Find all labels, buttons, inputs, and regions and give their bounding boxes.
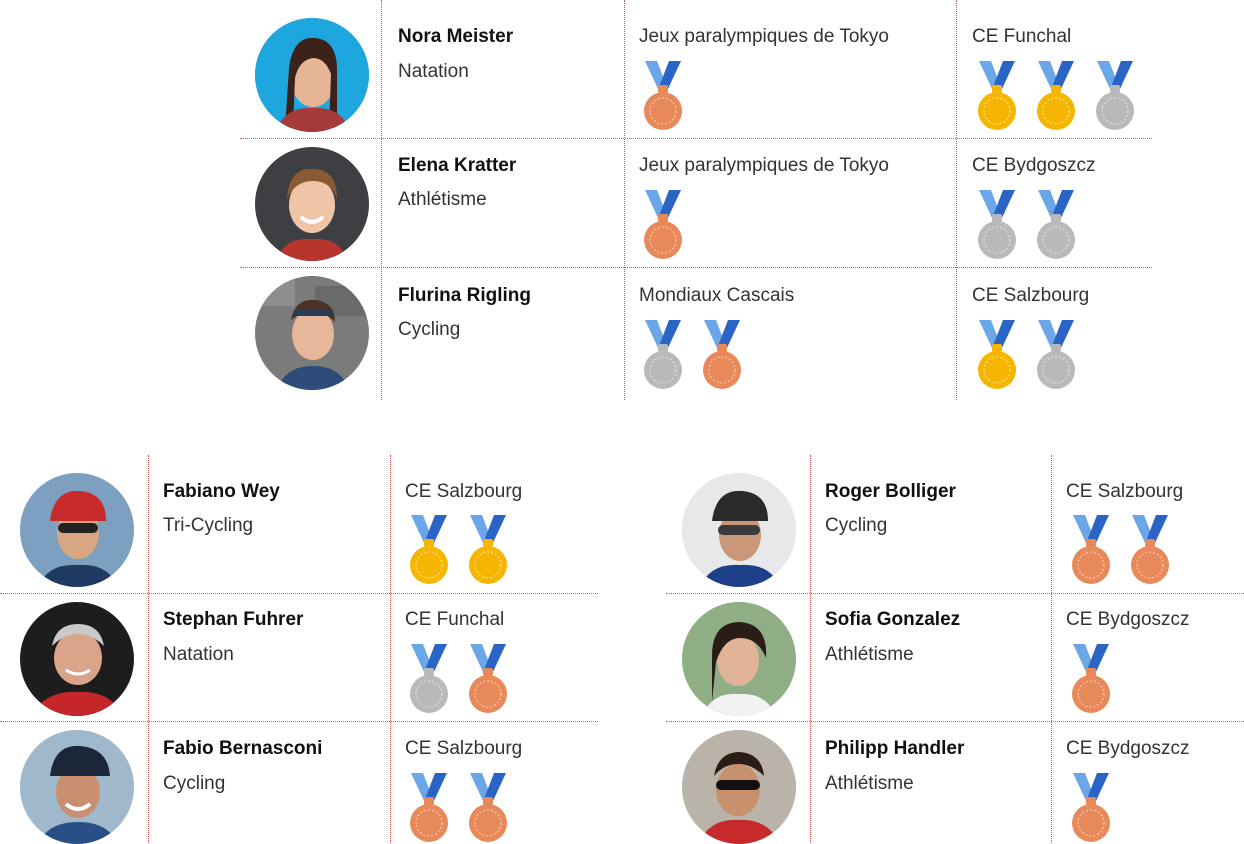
athlete-sport: Natation (398, 61, 469, 82)
bottom-right-results-table: Roger Bolliger Cycling CE Salzbourg Sofi… (666, 455, 1244, 844)
medal-list (977, 320, 1076, 390)
medal-list (643, 320, 742, 390)
bronze-medal-icon (1072, 515, 1110, 584)
athlete-name: Flurina Rigling (398, 285, 531, 306)
athlete-sport: Athlétisme (825, 773, 914, 794)
athlete-name: Roger Bolliger (825, 481, 956, 502)
athlete-photo-fabiano (20, 473, 134, 587)
athlete-photo-elena (255, 147, 369, 261)
silver-medal-icon (978, 190, 1016, 259)
medal-list (409, 773, 508, 843)
event-name: CE Bydgoszcz (1066, 609, 1190, 630)
athlete-photo-stephan (20, 602, 134, 716)
athlete-name: Philipp Handler (825, 738, 965, 759)
event-name: CE Funchal (405, 609, 505, 630)
athlete-row-elena-kratter: Elena Kratter Athlétisme Jeux paralympiq… (240, 139, 1152, 268)
athlete-photo-roger (682, 473, 796, 587)
event-name: Mondiaux Cascais (639, 285, 795, 306)
top-results-table: Nora Meister Natation Jeux paralympiques… (240, 0, 1152, 400)
bronze-medal-icon (469, 644, 507, 713)
medal-list (1071, 515, 1170, 585)
athlete-row-fabiano-wey: Fabiano Wey Tri-Cycling CE Salzbourg (0, 455, 598, 594)
bronze-medal-icon (1072, 644, 1110, 713)
athlete-photo-sofia (682, 602, 796, 716)
athlete-name: Nora Meister (398, 26, 514, 47)
gold-medal-icon (1037, 61, 1075, 130)
event-name: CE Salzbourg (972, 285, 1090, 306)
athlete-sport: Cycling (398, 319, 461, 340)
gold-medal-icon (978, 320, 1016, 389)
bottom-left-results-table: Fabiano Wey Tri-Cycling CE Salzbourg Ste… (0, 455, 600, 844)
athlete-name: Fabiano Wey (163, 481, 280, 502)
athlete-sport: Natation (163, 644, 234, 665)
bronze-medal-icon (410, 773, 448, 842)
event-name: CE Bydgoszcz (1066, 738, 1190, 759)
athlete-name: Sofia Gonzalez (825, 609, 961, 630)
medal-list (1071, 644, 1111, 714)
athlete-name: Fabio Bernasconi (163, 738, 323, 759)
athlete-photo-fabio (20, 730, 134, 844)
athlete-sport: Tri-Cycling (163, 515, 254, 536)
athlete-row-philipp-handler: Philipp Handler Athlétisme CE Bydgoszcz (666, 722, 1244, 844)
gold-medal-icon (978, 61, 1016, 130)
athlete-row-roger-bolliger: Roger Bolliger Cycling CE Salzbourg (666, 455, 1244, 594)
bronze-medal-icon (1131, 515, 1169, 584)
bronze-medal-icon (644, 190, 682, 259)
event-name: CE Salzbourg (1066, 481, 1184, 502)
athlete-sport: Athlétisme (825, 644, 914, 665)
athlete-photo-flurina (255, 276, 369, 390)
bronze-medal-icon (703, 320, 741, 389)
athlete-photo-nora (255, 18, 369, 132)
event-name: Jeux paralympiques de Tokyo (639, 155, 889, 176)
athlete-name: Stephan Fuhrer (163, 609, 304, 630)
bronze-medal-icon (1072, 773, 1110, 842)
medal-list (409, 515, 508, 585)
athlete-photo-philipp (682, 730, 796, 844)
medal-list (977, 61, 1135, 131)
bronze-medal-icon (644, 61, 682, 130)
silver-medal-icon (644, 320, 682, 389)
silver-medal-icon (410, 644, 448, 713)
athlete-sport: Athlétisme (398, 189, 487, 210)
silver-medal-icon (1037, 320, 1075, 389)
athlete-sport: Cycling (163, 773, 226, 794)
medal-list (643, 190, 683, 260)
athlete-row-flurina-rigling: Flurina Rigling Cycling Mondiaux Cascais… (240, 268, 1152, 400)
event-name: CE Salzbourg (405, 481, 523, 502)
gold-medal-icon (410, 515, 448, 584)
medal-list (643, 61, 683, 131)
athlete-row-sofia-gonzalez: Sofia Gonzalez Athlétisme CE Bydgoszcz (666, 594, 1244, 722)
event-name: CE Bydgoszcz (972, 155, 1096, 176)
athlete-row-fabio-bernasconi: Fabio Bernasconi Cycling CE Salzbourg (0, 722, 598, 844)
silver-medal-icon (1096, 61, 1134, 130)
athlete-row-nora-meister: Nora Meister Natation Jeux paralympiques… (240, 0, 1152, 139)
bronze-medal-icon (469, 773, 507, 842)
athlete-name: Elena Kratter (398, 155, 517, 176)
silver-medal-icon (1037, 190, 1075, 259)
event-name: CE Funchal (972, 26, 1072, 47)
medal-list (409, 644, 508, 714)
event-name: CE Salzbourg (405, 738, 523, 759)
medal-list (1071, 773, 1111, 843)
athlete-sport: Cycling (825, 515, 888, 536)
event-name: Jeux paralympiques de Tokyo (639, 26, 889, 47)
medal-list (977, 190, 1076, 260)
gold-medal-icon (469, 515, 507, 584)
athlete-row-stephan-fuhrer: Stephan Fuhrer Natation CE Funchal (0, 594, 598, 722)
